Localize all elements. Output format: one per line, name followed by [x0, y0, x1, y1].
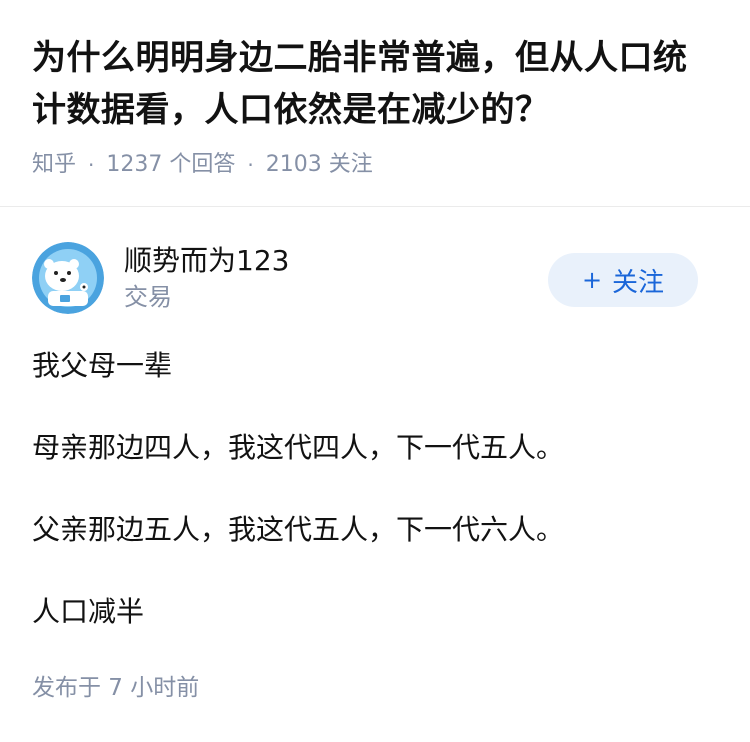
answer-paragraph: 人口减半: [32, 595, 145, 628]
polar-bear-astronaut-icon: [32, 242, 104, 314]
separator-dot: ·: [247, 153, 254, 177]
follower-count[interactable]: 2103 关注: [266, 150, 373, 180]
source-label[interactable]: 知乎: [32, 150, 76, 180]
follow-label: 关注: [612, 267, 665, 298]
author-subtitle: 交易: [124, 283, 172, 311]
separator-dot: ·: [88, 153, 95, 177]
question-header: 为什么明明身边二胎非常普遍，但从人口统计数据看，人口依然是在减少的？ 知乎 · …: [0, 0, 750, 180]
answer-paragraph: 母亲那边四人，我这代四人，下一代五人。: [32, 431, 565, 464]
author-info: 顺势而为123 交易: [124, 243, 289, 313]
answer-count[interactable]: 1237 个回答: [106, 150, 235, 180]
follow-button[interactable]: + 关注: [548, 253, 698, 307]
author-name[interactable]: 顺势而为123: [124, 243, 289, 279]
answer-paragraph: 父亲那边五人，我这代五人，下一代六人。: [32, 513, 565, 546]
answer-card: 顺势而为123 交易 + 关注 我父母一辈 母亲那边四人，我这代四人，下一代五人…: [0, 207, 750, 703]
avatar[interactable]: [32, 242, 104, 314]
published-time: 发布于 7 小时前: [32, 675, 200, 701]
question-title[interactable]: 为什么明明身边二胎非常普遍，但从人口统计数据看，人口依然是在减少的？: [32, 32, 718, 136]
author-row: 顺势而为123 交易 + 关注: [32, 241, 718, 315]
answer-paragraph: 我父母一辈: [32, 349, 173, 382]
question-meta: 知乎 · 1237 个回答 · 2103 关注: [32, 150, 718, 180]
answer-content: 我父母一辈 母亲那边四人，我这代四人，下一代五人。 父亲那边五人，我这代五人，下…: [32, 345, 718, 633]
plus-icon: +: [581, 266, 603, 294]
